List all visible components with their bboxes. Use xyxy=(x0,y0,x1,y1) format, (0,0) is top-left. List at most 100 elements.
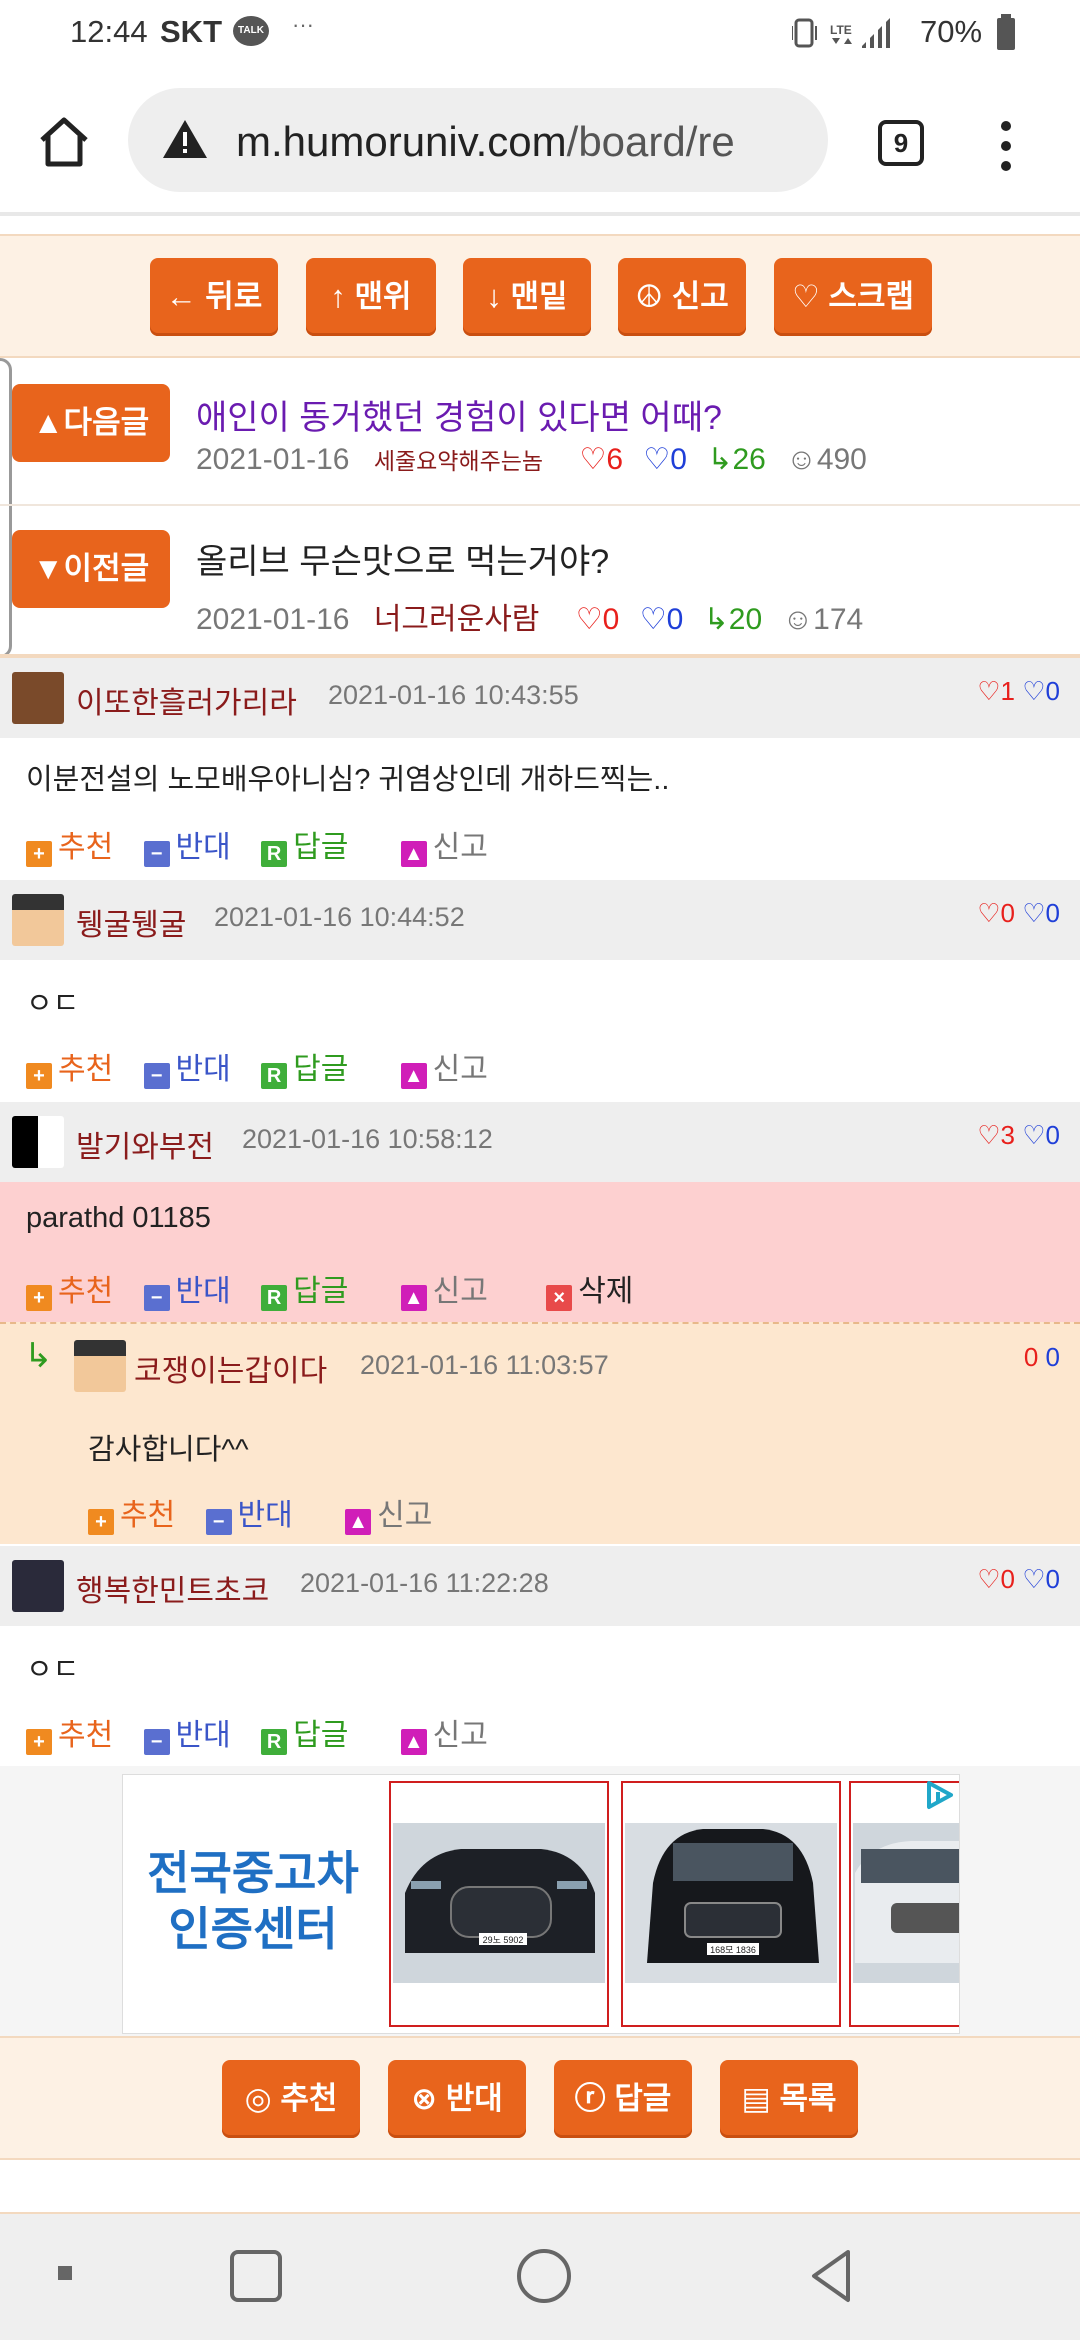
next-post-down: 0 xyxy=(670,443,687,476)
prev-post-up: 0 xyxy=(602,603,620,636)
comment-up: 0 xyxy=(1023,1342,1039,1372)
thumb-up-icon[interactable]: ♡ xyxy=(977,1120,1000,1150)
thumb-down-icon[interactable]: ♡ xyxy=(1022,898,1045,928)
reply-button[interactable]: R 답글 xyxy=(261,1266,348,1311)
reply-button[interactable]: R 답글 xyxy=(261,1710,348,1755)
report-comment-button[interactable]: ▲ 신고 xyxy=(400,1044,488,1089)
report-comment-button[interactable]: ▲ 신고 xyxy=(400,1710,488,1755)
prev-post-button[interactable]: ▼이전글 xyxy=(12,530,170,608)
back-button[interactable]: ← 뒤로 xyxy=(150,258,278,336)
avatar[interactable] xyxy=(12,1116,64,1168)
heart-icon: ♡ xyxy=(792,279,820,314)
delete-button[interactable]: × 삭제 xyxy=(546,1266,633,1311)
comment-author[interactable]: 행복한민트초코 xyxy=(76,1566,269,1610)
comment-author[interactable]: 뒝굴뒝굴 xyxy=(76,900,186,944)
status-time: 12:44 xyxy=(70,14,148,49)
report-button[interactable]: ☮ 신고 xyxy=(618,258,746,336)
reply-icon: R xyxy=(261,1063,288,1089)
prev-post-meta: 2021-01-16 너그러운사람 ♡0 ♡0 ↳20 ☺174 xyxy=(196,594,863,638)
oppose-label: 반대 xyxy=(175,1053,231,1086)
oppose-button[interactable]: − 반대 xyxy=(143,1266,231,1311)
oppose-button[interactable]: − 반대 xyxy=(143,822,231,867)
oppose-button[interactable]: − 반대 xyxy=(143,1710,231,1755)
report-comment-button[interactable]: ▲ 신고 xyxy=(345,1490,432,1535)
circle-o-icon: ◎ xyxy=(244,2081,272,2116)
browser-toolbar: m.humoruniv.com/board/re 9 xyxy=(0,66,1080,216)
next-post-button[interactable]: ▲다음글 xyxy=(12,384,170,462)
bottom-reply-button[interactable]: ⓡ 답글 xyxy=(554,2060,692,2138)
warning-icon[interactable] xyxy=(162,118,208,160)
thumb-down-icon[interactable]: ♡ xyxy=(1022,1564,1045,1594)
thumb-up-icon[interactable]: ♡ xyxy=(977,676,1000,706)
report-comment-button[interactable]: ▲ 신고 xyxy=(400,1266,488,1311)
top-button[interactable]: ↑ 맨위 xyxy=(306,258,436,336)
recommend-button[interactable]: + 추천 xyxy=(26,1710,113,1755)
thumb-up-icon[interactable]: ♡ xyxy=(977,1564,1000,1594)
reply-arrow-icon: ↳ xyxy=(703,603,729,636)
comment-body: 감사합니다^^ xyxy=(88,1434,249,1466)
next-post-views: 490 xyxy=(816,443,867,476)
recommend-button[interactable]: + 추천 xyxy=(88,1490,175,1535)
prev-post-title[interactable]: 올리브 무슨맛으로 먹는거야? xyxy=(196,534,609,583)
recommend-button[interactable]: + 추천 xyxy=(26,1266,113,1311)
comment-votes: ♡1 ♡0 xyxy=(977,676,1060,707)
recommend-button[interactable]: + 추천 xyxy=(26,822,113,867)
report-label: 신고 xyxy=(432,1053,488,1086)
dot-icon[interactable] xyxy=(56,2264,76,2284)
reply-button[interactable]: R 답글 xyxy=(261,1044,348,1089)
thumb-down-icon[interactable]: ♡ xyxy=(1022,1120,1045,1150)
bottom-recommend-button[interactable]: ◎ 추천 xyxy=(222,2060,360,2138)
recent-apps-icon[interactable] xyxy=(228,2248,284,2304)
list-button[interactable]: ▤ 목록 xyxy=(720,2060,858,2138)
more-menu-icon[interactable] xyxy=(996,116,1016,176)
bottom-button[interactable]: ↓ 맨밑 xyxy=(463,258,591,336)
url-host: m.humoruniv.com xyxy=(236,118,567,165)
avatar[interactable] xyxy=(74,1340,126,1392)
ad-car-card[interactable]: 29노 5902 xyxy=(389,1781,609,2027)
recommend-button[interactable]: + 추천 xyxy=(26,1044,113,1089)
bottom-action-bar: ◎ 추천 ⊗ 반대 ⓡ 답글 ▤ 목록 xyxy=(0,2036,1080,2160)
report-label: 신고 xyxy=(432,831,488,864)
divider xyxy=(0,504,1080,506)
siren-icon: ▲ xyxy=(400,1063,427,1089)
home-icon[interactable] xyxy=(36,114,92,170)
avatar[interactable] xyxy=(12,1560,64,1612)
url-text[interactable]: m.humoruniv.com/board/re xyxy=(236,118,816,166)
thumb-up-icon[interactable]: ♡ xyxy=(977,898,1000,928)
oppose-button[interactable]: − 반대 xyxy=(205,1490,293,1535)
ad-logo[interactable]: 전국중고차 인증센터 xyxy=(133,1845,373,1957)
thumb-down-icon: ♡ xyxy=(639,603,667,636)
address-bar[interactable]: m.humoruniv.com/board/re xyxy=(128,88,828,192)
next-post-title[interactable]: 애인이 동거했던 경험이 있다면 어때? xyxy=(196,390,722,439)
oppose-button[interactable]: − 반대 xyxy=(143,1044,231,1089)
recommend-label: 추천 xyxy=(58,1719,114,1752)
avatar[interactable] xyxy=(12,894,64,946)
comment-author[interactable]: 이또한흘러가리라 xyxy=(76,678,297,722)
plus-icon: + xyxy=(26,1729,52,1755)
comment-header: 이또한흘러가리라 2021-01-16 10:43:55 ♡1 ♡0 xyxy=(0,658,1080,738)
bottom-oppose-button[interactable]: ⊗ 반대 xyxy=(388,2060,526,2138)
prev-post-author[interactable]: 너그러운사람 xyxy=(374,603,540,636)
reply-button[interactable]: R 답글 xyxy=(261,822,348,867)
prev-post-date: 2021-01-16 xyxy=(196,603,350,636)
next-post-author[interactable]: 세줄요약해주는놈 xyxy=(374,448,543,474)
report-comment-button[interactable]: ▲ 신고 xyxy=(400,822,488,867)
home-nav-icon[interactable] xyxy=(514,2246,574,2306)
back-nav-icon[interactable] xyxy=(804,2246,860,2306)
ad-car-card[interactable] xyxy=(849,1781,959,2027)
ad-car-card[interactable]: 168모 1836 xyxy=(621,1781,841,2027)
comment-author[interactable]: 발기와부전 xyxy=(76,1122,214,1166)
thumb-down-icon[interactable]: ♡ xyxy=(1022,676,1045,706)
ad-banner[interactable]: 전국중고차 인증센터 29노 5902 168모 1836 xyxy=(122,1774,960,2034)
thumb-up-icon: ♡ xyxy=(579,443,607,476)
adchoices-icon[interactable] xyxy=(923,1779,955,1811)
comment-author[interactable]: 코쟁이는갑이다 xyxy=(134,1346,327,1390)
scrap-button[interactable]: ♡ 스크랩 xyxy=(774,258,932,336)
comment-body: ㅇㄷ xyxy=(26,988,80,1020)
reply-arrow-icon: ↳ xyxy=(24,1337,53,1375)
comment-actions: + 추천 − 반대 R 답글 ▲ 신고 xyxy=(26,1044,510,1089)
tab-switcher-button[interactable]: 9 xyxy=(878,120,924,166)
avatar[interactable] xyxy=(12,672,64,724)
svg-text:LTE: LTE xyxy=(830,23,852,37)
side-handle[interactable] xyxy=(0,358,12,658)
